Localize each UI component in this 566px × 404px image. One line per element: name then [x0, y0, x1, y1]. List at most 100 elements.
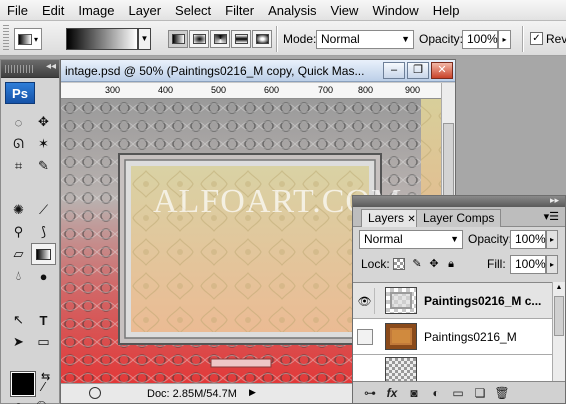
gradient-preview[interactable] [66, 28, 138, 50]
visibility-toggle[interactable]: 👁︎ [355, 288, 375, 314]
reverse-checkbox[interactable]: ✓ [530, 32, 543, 45]
tool-preset-picker[interactable]: ▾ [14, 28, 42, 50]
lock-transparency-icon[interactable] [393, 258, 405, 270]
blur-icon[interactable]: 💧︎ [6, 265, 31, 287]
path-selection-icon[interactable]: ↖ [6, 309, 31, 331]
direct-selection-icon[interactable]: ➤ [6, 331, 31, 353]
link-layers-icon[interactable]: ⊶ [359, 386, 381, 400]
visibility-toggle[interactable] [357, 329, 373, 345]
zoom-icon[interactable]: 🔍︎ [31, 397, 56, 404]
opacity-label: Opacity: [419, 32, 464, 46]
opacity-slider-button[interactable]: ▸ [498, 30, 511, 49]
menu-help[interactable]: Help [426, 0, 467, 21]
linear-gradient-button[interactable] [168, 30, 188, 48]
dodge-icon[interactable]: ● [31, 265, 56, 287]
reflected-gradient-button[interactable] [231, 30, 251, 48]
photoshop-logo[interactable]: Ps [5, 82, 35, 104]
lock-position-icon[interactable]: ✥ [428, 258, 440, 270]
fill-slider-button[interactable]: ▸ [546, 255, 558, 274]
status-info-icon[interactable] [89, 387, 101, 399]
move-icon[interactable]: ✥ [31, 111, 56, 133]
shape-icon[interactable]: ▭ [31, 331, 56, 353]
toolbox-header[interactable]: ◂◂ [1, 60, 59, 78]
layers-scrollbar[interactable]: ▲ [552, 282, 565, 382]
document-title-bar[interactable]: intage.psd @ 50% (Paintings0216_M copy, … [61, 60, 455, 82]
status-menu-arrow-icon[interactable]: ▶ [249, 387, 256, 398]
expand-icon[interactable]: ▸▸ [550, 195, 559, 206]
swap-colors-icon[interactable]: ⇆ [41, 370, 50, 383]
ruler-tick: 300 [105, 85, 121, 95]
gradient-picker-dropdown[interactable]: ▼ [138, 28, 151, 50]
healing-brush-icon[interactable]: ✺ [6, 199, 31, 221]
adjustment-layer-icon[interactable]: ◐ [425, 386, 447, 400]
document-title: intage.psd @ 50% (Paintings0216_M copy, … [65, 64, 365, 78]
menu-file[interactable]: File [0, 0, 35, 21]
layer-row[interactable]: 👁︎ Paintings0216_M c... [353, 283, 552, 319]
gradient-swatch-icon [36, 248, 51, 260]
collapse-icon[interactable]: ◂◂ [46, 61, 56, 72]
radial-gradient-button[interactable] [189, 30, 209, 48]
history-brush-icon[interactable]: ⟆ [31, 221, 56, 243]
opacity-field[interactable]: 100% [462, 30, 498, 49]
magic-wand-icon[interactable]: ✶ [31, 133, 56, 155]
menu-image[interactable]: Image [71, 0, 121, 21]
close-tab-icon[interactable]: ✕ [407, 214, 415, 225]
slice-icon[interactable]: ✎ [31, 155, 56, 177]
separator [276, 26, 278, 52]
menu-view[interactable]: View [323, 0, 365, 21]
tab-layer-comps[interactable]: Layer Comps [416, 209, 502, 227]
angle-gradient-button[interactable] [210, 30, 230, 48]
mode-dropdown[interactable]: Normal ▼ [316, 30, 414, 49]
frame-thumbnail-graphic [390, 292, 412, 309]
layer-name: Paintings0216_M c... [424, 294, 542, 308]
menu-layer[interactable]: Layer [122, 0, 169, 21]
layer-row[interactable] [353, 355, 552, 382]
foreground-color-swatch[interactable] [10, 371, 36, 397]
menu-select[interactable]: Select [168, 0, 218, 21]
fill-field[interactable]: 100% [510, 255, 546, 274]
panel-menu-icon[interactable]: ▾☰ [544, 210, 559, 223]
panel-tabs: Layers ✕ Layer Comps ▾☰ [353, 207, 565, 227]
layer-opacity-field[interactable]: 100% [510, 230, 546, 249]
horizontal-ruler[interactable]: 300 400 500 600 700 800 900 [61, 83, 443, 99]
tool-group-gap [6, 353, 56, 357]
angle-gradient-icon [213, 34, 227, 44]
menu-window[interactable]: Window [365, 0, 425, 21]
gradient-icon[interactable] [31, 243, 56, 265]
layer-style-icon[interactable]: fx [381, 386, 403, 400]
minimize-button[interactable]: – [383, 62, 405, 79]
layer-thumbnail [385, 357, 417, 382]
new-group-icon[interactable]: ▭ [447, 386, 469, 400]
options-bar-grip[interactable] [3, 25, 9, 51]
lasso-icon[interactable]: ᘏ [6, 133, 31, 155]
eraser-icon[interactable]: ▱ [6, 243, 31, 265]
restore-button[interactable]: ❐ [407, 62, 429, 79]
lock-image-icon[interactable]: ✎ [411, 258, 423, 270]
marquee-icon[interactable]: ◌ [6, 111, 31, 133]
clone-stamp-icon[interactable]: ⚲ [6, 221, 31, 243]
layer-opacity-slider-button[interactable]: ▸ [546, 230, 558, 249]
brush-icon[interactable]: ⟋ [31, 199, 56, 221]
menu-edit[interactable]: Edit [35, 0, 71, 21]
reflected-gradient-icon [234, 34, 248, 44]
type-icon[interactable]: T [31, 309, 56, 331]
scrollbar-thumb[interactable] [554, 296, 564, 336]
layer-row[interactable]: Paintings0216_M [353, 319, 552, 355]
lock-label: Lock: [361, 257, 390, 271]
close-button[interactable]: ✕ [431, 62, 453, 79]
scroll-up-icon[interactable]: ▲ [553, 282, 565, 294]
panel-header[interactable]: ▸▸ [353, 195, 565, 207]
menu-filter[interactable]: Filter [218, 0, 261, 21]
chevron-down-icon: ▼ [450, 234, 459, 244]
menu-analysis[interactable]: Analysis [261, 0, 323, 21]
hand-icon[interactable]: ✋︎ [6, 397, 31, 404]
tab-layers[interactable]: Layers ✕ [361, 209, 423, 227]
blend-mode-dropdown[interactable]: Normal ▼ [359, 230, 463, 249]
new-layer-icon[interactable]: ❏ [469, 386, 491, 400]
doc-size-readout: Doc: 2.85M/54.7M [147, 388, 237, 400]
lock-all-icon[interactable]: 🔒︎ [445, 258, 457, 270]
add-mask-icon[interactable]: ◙ [403, 386, 425, 400]
delete-layer-icon[interactable]: 🗑︎ [491, 386, 513, 400]
diamond-gradient-button[interactable] [252, 30, 272, 48]
crop-icon[interactable]: ⌗ [6, 155, 31, 177]
